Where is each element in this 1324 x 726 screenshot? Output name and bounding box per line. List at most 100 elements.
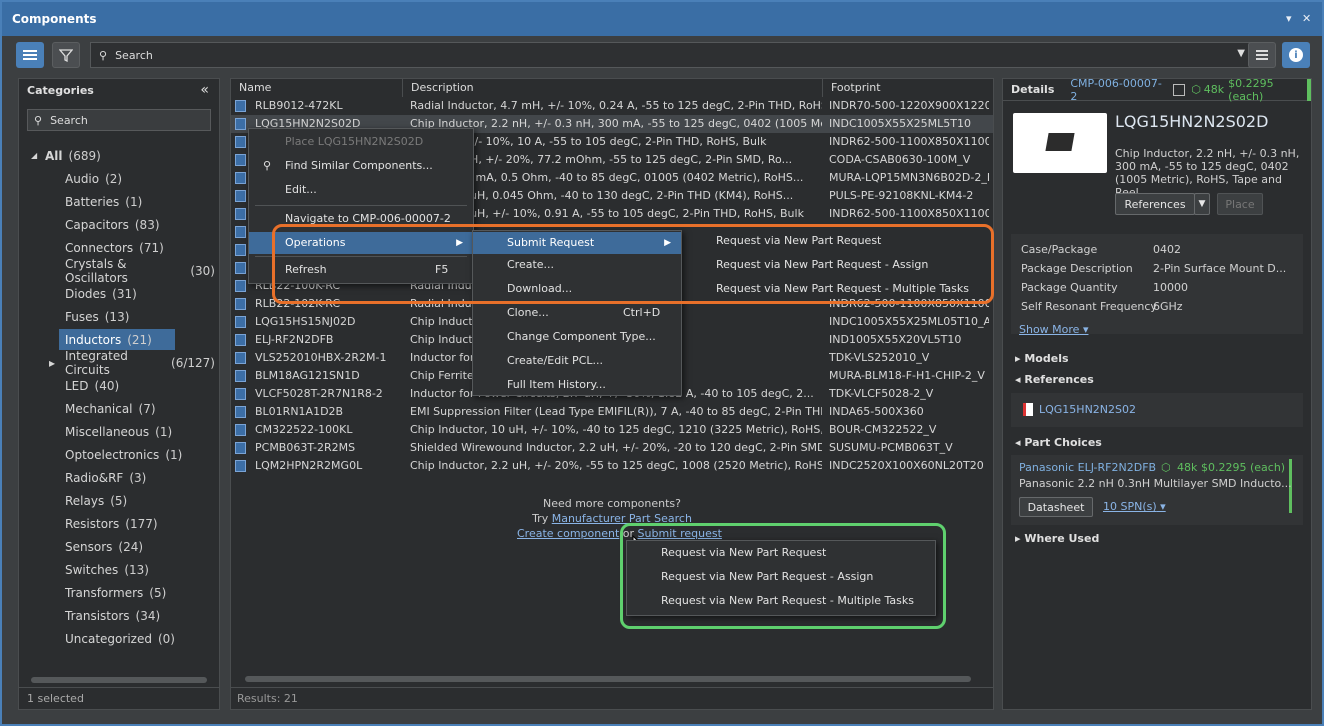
- cell-desc: Shielded Wirewound Inductor, 2.2 uH, +/-…: [410, 441, 822, 454]
- category-item[interactable]: ▸ Integrated Circuits (6/127): [19, 349, 215, 377]
- part-choices-section[interactable]: ◂ Part Choices: [1015, 436, 1102, 449]
- category-item[interactable]: Capacitors (83): [19, 214, 215, 235]
- category-count: (1): [155, 424, 173, 439]
- category-label: Diodes: [65, 286, 107, 301]
- category-item[interactable]: Relays (5): [19, 490, 215, 511]
- component-icon: [235, 118, 246, 130]
- references-button[interactable]: References: [1115, 193, 1195, 215]
- spn-link[interactable]: 10 SPN(s) ▾: [1103, 500, 1166, 513]
- datasheet-button[interactable]: Datasheet: [1019, 497, 1093, 517]
- filter-icon: [59, 49, 73, 62]
- parameter-name: Case/Package: [1021, 243, 1098, 256]
- category-item[interactable]: Radio&RF (3): [19, 467, 215, 488]
- category-item[interactable]: Diodes (31): [19, 283, 215, 304]
- collapse-icon[interactable]: «: [200, 82, 209, 98]
- category-item[interactable]: Inductors (21): [59, 329, 175, 350]
- component-icon: [235, 442, 246, 454]
- category-label: Transistors: [65, 608, 130, 623]
- chevron-down-icon[interactable]: ▼: [1237, 48, 1245, 59]
- category-item[interactable]: Transformers (5): [19, 582, 215, 603]
- models-section[interactable]: ▸ Models: [1015, 352, 1069, 365]
- parameter-row: Self Resonant Frequency 6GHz: [1021, 298, 1183, 316]
- category-item[interactable]: Crystals & Oscillators (30): [19, 257, 215, 285]
- part-choice-price: $0.2295 (each): [1201, 461, 1286, 474]
- expand-icon[interactable]: ◢: [31, 151, 37, 160]
- category-item[interactable]: Switches (13): [19, 559, 215, 580]
- parameter-row: Case/Package 0402: [1021, 241, 1181, 259]
- category-count: (13): [104, 309, 130, 324]
- toolbar: ⚲ Search ▼ i: [16, 42, 1312, 68]
- table-row[interactable]: RLB9012-472KL Radial Inductor, 4.7 mH, +/…: [231, 97, 993, 115]
- menu-item-place[interactable]: Place LQG15HN2N2S02D: [249, 131, 473, 153]
- menu-button[interactable]: [1248, 42, 1276, 68]
- menu-item-edit[interactable]: Edit...: [249, 179, 473, 201]
- component-icon: [235, 226, 246, 238]
- menu-item-history[interactable]: Full Item History...: [473, 374, 681, 396]
- category-count: (31): [112, 286, 137, 301]
- category-item[interactable]: Audio (2): [19, 168, 215, 189]
- cell-name: VLS252010HBX-2R2M-1: [255, 351, 387, 364]
- compare-checkbox[interactable]: [1173, 83, 1186, 96]
- column-header-name[interactable]: Name: [231, 79, 403, 97]
- part-choice-name[interactable]: Panasonic ELJ-RF2N2DFB: [1019, 461, 1156, 474]
- category-item[interactable]: Transistors (34): [19, 605, 215, 626]
- list-view-button[interactable]: [16, 42, 44, 68]
- category-item[interactable]: Uncategorized (0): [19, 628, 215, 649]
- category-count: (34): [135, 608, 161, 623]
- part-choice-description: Panasonic 2.2 nH 0.3nH Multilayer SMD In…: [1019, 477, 1292, 490]
- categories-panel: Categories « ⚲ Search ◢ All (689) Audio (2) B…: [18, 78, 220, 710]
- category-item[interactable]: Batteries (1): [19, 191, 215, 212]
- category-item[interactable]: Optoelectronics (1): [19, 444, 215, 465]
- menu-item-clone[interactable]: Clone... Ctrl+D: [473, 302, 681, 324]
- category-item[interactable]: Sensors (24): [19, 536, 215, 557]
- column-header-description[interactable]: Description: [403, 79, 823, 97]
- table-row[interactable]: CM322522-100KL Chip Inductor, 10 uH, +/- …: [231, 421, 993, 439]
- category-item[interactable]: ◢ All (689): [19, 145, 215, 166]
- component-icon: [235, 154, 246, 166]
- create-component-link[interactable]: Create component: [517, 527, 619, 540]
- category-item[interactable]: LED (40): [19, 375, 215, 396]
- search-input[interactable]: ⚲ Search ▼: [90, 42, 1252, 68]
- close-icon[interactable]: ✕: [1302, 12, 1311, 25]
- details-price: $0.2295 (each): [1228, 76, 1274, 103]
- column-header-footprint[interactable]: Footprint: [823, 79, 993, 97]
- references-section[interactable]: ◂ References: [1015, 373, 1094, 386]
- category-item[interactable]: Resistors (177): [19, 513, 215, 534]
- filter-button[interactable]: [52, 42, 80, 68]
- place-button[interactable]: Place: [1217, 193, 1263, 215]
- category-count: (7): [138, 401, 156, 416]
- category-count: (40): [94, 378, 120, 393]
- expand-icon[interactable]: ▸: [49, 356, 55, 370]
- category-item[interactable]: Fuses (13): [19, 306, 215, 327]
- cell-desc: Radial Inductor, 4.7 mH, +/- 10%, 0.24 A…: [410, 99, 822, 112]
- show-more-link[interactable]: Show More ▾: [1019, 323, 1088, 336]
- table-row[interactable]: PCMB063T-2R2MS Shielded Wirewound Inducto…: [231, 439, 993, 457]
- cell-name: LQG15HS15NJ02D: [255, 315, 356, 328]
- where-used-section[interactable]: ▸ Where Used: [1015, 532, 1099, 545]
- menu-item-find-similar[interactable]: ⚲ Find Similar Components...: [249, 155, 473, 177]
- category-search-input[interactable]: ⚲ Search: [27, 109, 211, 131]
- menu-item-pcl[interactable]: Create/Edit PCL...: [473, 350, 681, 372]
- references-dropdown[interactable]: ▼: [1194, 193, 1210, 215]
- horizontal-scrollbar[interactable]: [245, 676, 971, 682]
- category-item[interactable]: Connectors (71): [19, 237, 215, 258]
- component-icon: [235, 262, 246, 274]
- category-count: (1): [165, 447, 183, 462]
- table-row[interactable]: BL01RN1A1D2B EMI Suppression Filter (Lead…: [231, 403, 993, 421]
- category-label: Mechanical: [65, 401, 133, 416]
- stock-icon: ⬡: [1161, 461, 1171, 474]
- table-row[interactable]: LQM2HPN2R2MG0L Chip Inductor, 2.2 uH, +/-…: [231, 457, 993, 475]
- category-item[interactable]: Mechanical (7): [19, 398, 215, 419]
- category-count: (689): [68, 148, 101, 163]
- menu-item-change-type[interactable]: Change Component Type...: [473, 326, 681, 348]
- category-label: Relays: [65, 493, 105, 508]
- reference-link[interactable]: LQG15HN2N2S02: [1039, 403, 1136, 416]
- category-item[interactable]: Miscellaneous (1): [19, 421, 215, 442]
- category-count: (6/127): [171, 355, 215, 370]
- horizontal-scrollbar[interactable]: [31, 677, 207, 683]
- panel-menu-icon[interactable]: ▾: [1286, 12, 1292, 25]
- cell-name: LQM2HPN2R2MG0L: [255, 459, 363, 472]
- stock-icon: ⬡: [1191, 83, 1201, 96]
- list-icon: [23, 50, 37, 60]
- info-button[interactable]: i: [1282, 42, 1310, 68]
